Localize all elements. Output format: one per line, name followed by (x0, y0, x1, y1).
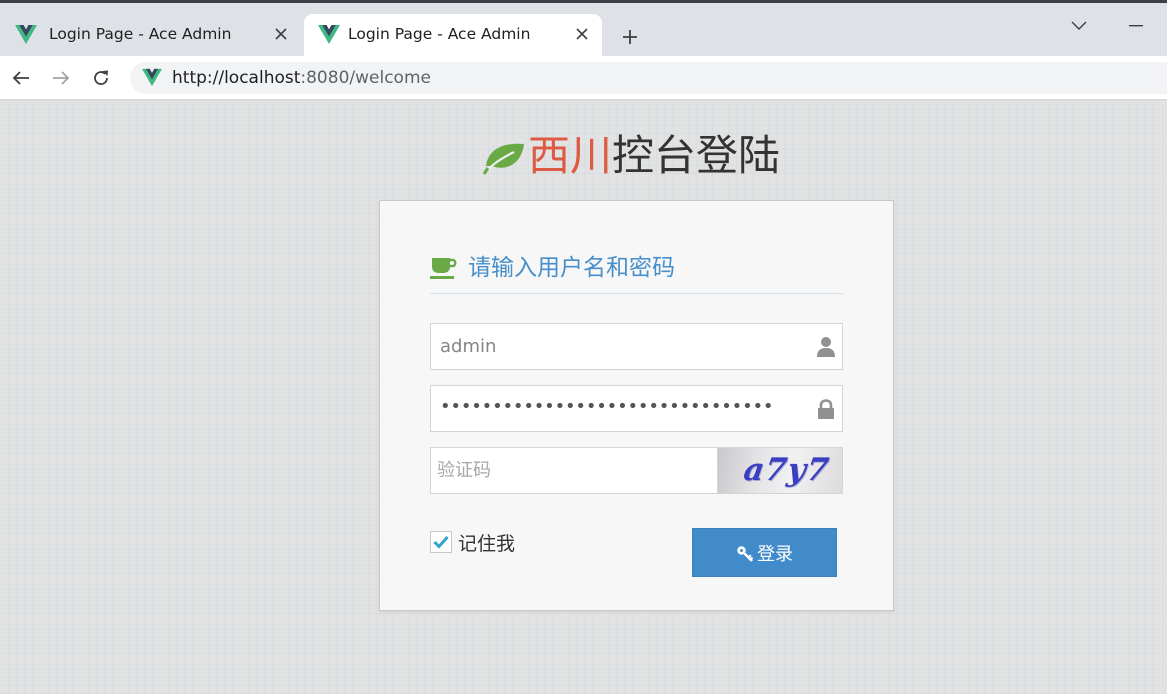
close-icon (275, 28, 287, 40)
login-button-label: 登录 (757, 543, 793, 565)
checkmark-icon (433, 535, 449, 549)
url-path: :8080/welcome (300, 68, 431, 88)
tab-title: Login Page - Ace Admin (348, 25, 531, 43)
captcha-field[interactable] (430, 447, 718, 494)
key-icon (737, 545, 754, 562)
tab-strip: Login Page - Ace Admin Login Page - Ace … (0, 3, 1167, 56)
address-bar[interactable]: http://localhost:8080/welcome (130, 62, 1167, 94)
tab-title: Login Page - Ace Admin (49, 25, 232, 43)
captcha-row: a7y7 (430, 447, 843, 494)
chevron-down-icon (1071, 21, 1087, 30)
minimize-icon (1129, 25, 1143, 27)
back-arrow-icon (12, 71, 29, 85)
login-button[interactable]: 登录 (692, 528, 837, 577)
remember-me[interactable]: 记住我 (430, 529, 515, 555)
back-button[interactable] (8, 65, 34, 91)
login-box-header: 请输入用户名和密码 (430, 251, 843, 294)
tab-search-button[interactable] (1066, 13, 1092, 39)
url-text: http://localhost:8080/welcome (172, 68, 431, 88)
remember-checkbox[interactable] (430, 531, 452, 553)
login-box: 请输入用户名和密码 ••••••••••••••••••••••••••••••… (379, 200, 894, 611)
captcha-image[interactable]: a7y7 (717, 447, 843, 494)
browser-toolbar: http://localhost:8080/welcome (0, 56, 1167, 100)
vue-logo-icon (318, 25, 340, 44)
lock-icon (818, 399, 834, 419)
page-title: 西川 控台登陆 (482, 130, 780, 182)
tab-login-page-1[interactable]: Login Page - Ace Admin (0, 14, 301, 56)
reload-button[interactable] (88, 65, 114, 91)
user-icon (817, 337, 835, 357)
new-tab-button[interactable] (616, 23, 644, 51)
leaf-icon (482, 143, 524, 175)
remember-label: 记住我 (458, 532, 516, 555)
reload-icon (94, 70, 108, 85)
password-field[interactable]: •••••••••••••••••••••••••••••••• (430, 385, 843, 432)
forward-button[interactable] (48, 65, 74, 91)
captcha-text: a7y7 (741, 452, 832, 488)
captcha-input[interactable] (431, 448, 717, 493)
page-title-text: 控台登陆 (612, 131, 781, 180)
tab-login-page-2[interactable]: Login Page - Ace Admin (304, 14, 602, 56)
url-host: http://localhost (172, 68, 301, 88)
tab-close-button[interactable] (572, 24, 592, 44)
vue-logo-icon (15, 25, 37, 44)
coffee-icon (430, 258, 457, 279)
password-input[interactable]: •••••••••••••••••••••••••••••••• (440, 396, 774, 417)
vue-logo-icon (142, 68, 162, 87)
page-title-brand: 西川 (528, 131, 613, 180)
plus-icon (623, 30, 637, 44)
username-field[interactable] (430, 323, 843, 370)
close-icon (576, 28, 588, 40)
tab-close-button[interactable] (271, 24, 291, 44)
minimize-button[interactable] (1122, 13, 1150, 39)
username-input[interactable] (431, 324, 811, 369)
forward-arrow-icon (53, 71, 70, 85)
login-box-title: 请输入用户名和密码 (468, 255, 675, 281)
